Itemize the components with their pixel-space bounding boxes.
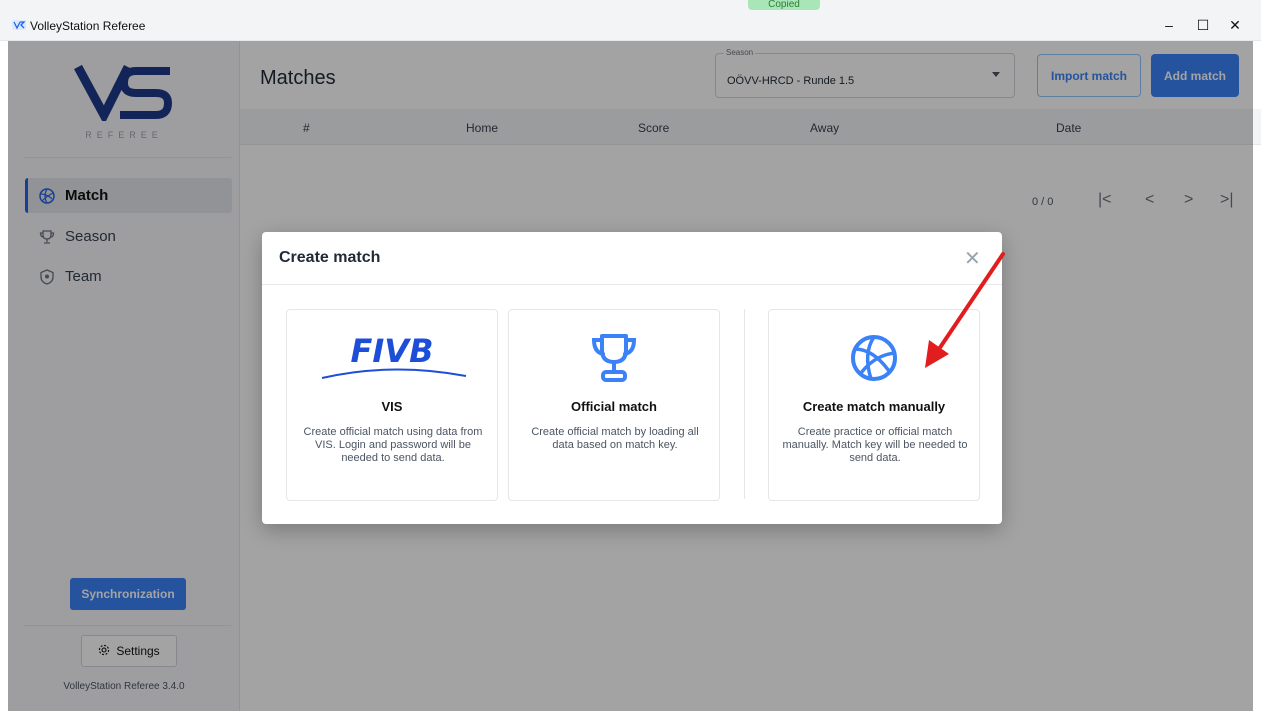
red-arrow-annotation [915, 248, 1010, 378]
minimize-button[interactable]: – [1154, 12, 1184, 38]
divider [262, 284, 1002, 285]
app-icon [12, 17, 26, 35]
card-title: Create match manually [802, 399, 946, 414]
trophy-icon [509, 328, 719, 388]
dialog-title: Create match [279, 249, 381, 266]
card-title: Official match [571, 399, 657, 414]
maximize-button[interactable]: ☐ [1188, 12, 1218, 38]
create-match-dialog: Create match ✕ FIVB VIS Create official … [262, 232, 1002, 524]
divider [744, 309, 745, 499]
window-title: VolleyStation Referee [30, 19, 146, 33]
vis-option-card[interactable]: FIVB VIS Create official match using dat… [286, 309, 498, 501]
fivb-logo: FIVB [287, 328, 497, 388]
close-window-button[interactable]: ✕ [1220, 12, 1250, 38]
official-match-option-card[interactable]: Official match Create official match by … [508, 309, 720, 501]
card-description: Create practice or official match manual… [782, 426, 968, 464]
svg-text:FIVB: FIVB [351, 332, 434, 370]
card-title: VIS [381, 399, 403, 414]
title-bar: VolleyStation Referee Copied – ☐ ✕ [0, 0, 1261, 41]
copied-badge: Copied [748, 0, 820, 10]
card-description: Create official match using data from VI… [303, 426, 483, 464]
card-description: Create official match by loading all dat… [531, 426, 699, 451]
